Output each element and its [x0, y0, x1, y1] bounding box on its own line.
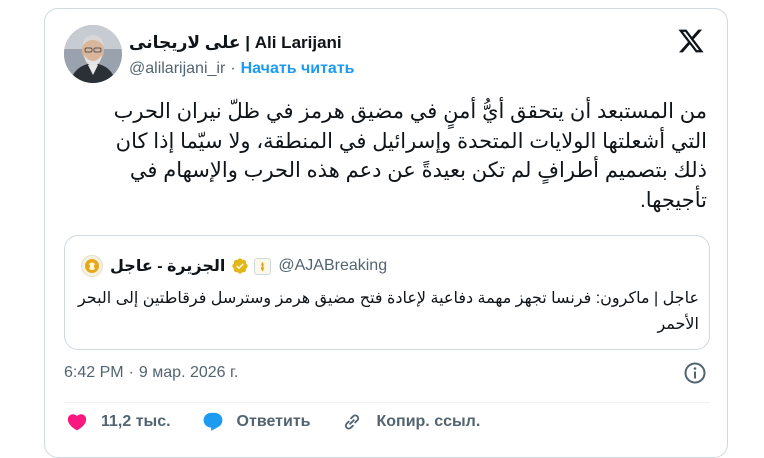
quoted-author-name[interactable]: الجزيرة - عاجل: [110, 256, 225, 276]
reply-bubble-icon: [203, 412, 222, 431]
reply-label[interactable]: Ответить: [237, 413, 311, 431]
like-button[interactable]: 11,2 тыс.: [65, 411, 171, 433]
author-name[interactable]: علی لاریجانی | Ali Larijani: [129, 33, 342, 53]
separator-dot: ·: [230, 60, 236, 77]
quoted-author-handle[interactable]: @AJABreaking: [278, 257, 387, 275]
link-icon: [345, 414, 360, 430]
quoted-tweet[interactable]: الجزيرة - عاجل @AJABreaking عاجل | ماكرو…: [64, 235, 710, 350]
separator-dot: ·: [128, 364, 134, 381]
like-count[interactable]: 11,2 тыс.: [101, 413, 171, 431]
tweet-card: علی لاریجانی | Ali Larijani @alilarijani…: [44, 8, 728, 458]
gold-verified-icon: [231, 257, 249, 275]
avatar[interactable]: [64, 25, 122, 83]
copy-link-button[interactable]: Копир. ссыл.: [340, 411, 480, 433]
quoted-tweet-text: عاجل | ماكرون: فرنسا تجهز مهمة دفاعية لإ…: [77, 290, 699, 333]
info-icon[interactable]: [683, 361, 707, 385]
tweet-time[interactable]: 6:42 PM: [64, 364, 124, 382]
tweet-text: من المستبعد أن يتحقق أيُّ أمنٍ في مضيق ه…: [113, 100, 707, 212]
affiliate-badge-icon[interactable]: [254, 257, 272, 275]
heart-icon: [67, 414, 87, 431]
follow-button[interactable]: Начать читать: [241, 60, 355, 78]
tweet-date[interactable]: 9 мар. 2026 г.: [139, 364, 238, 382]
divider: [64, 402, 710, 403]
timestamp[interactable]: 6:42 PM · 9 мар. 2026 г.: [64, 364, 238, 382]
action-bar: 11,2 тыс. Ответить Копир. ссыл.: [65, 411, 510, 433]
reply-button[interactable]: Ответить: [201, 411, 311, 433]
copy-link-label[interactable]: Копир. ссыл.: [376, 413, 480, 431]
x-logo-icon[interactable]: [676, 27, 708, 57]
author-handle[interactable]: @alilarijani_ir: [129, 60, 225, 78]
quoted-avatar[interactable]: [81, 255, 103, 277]
